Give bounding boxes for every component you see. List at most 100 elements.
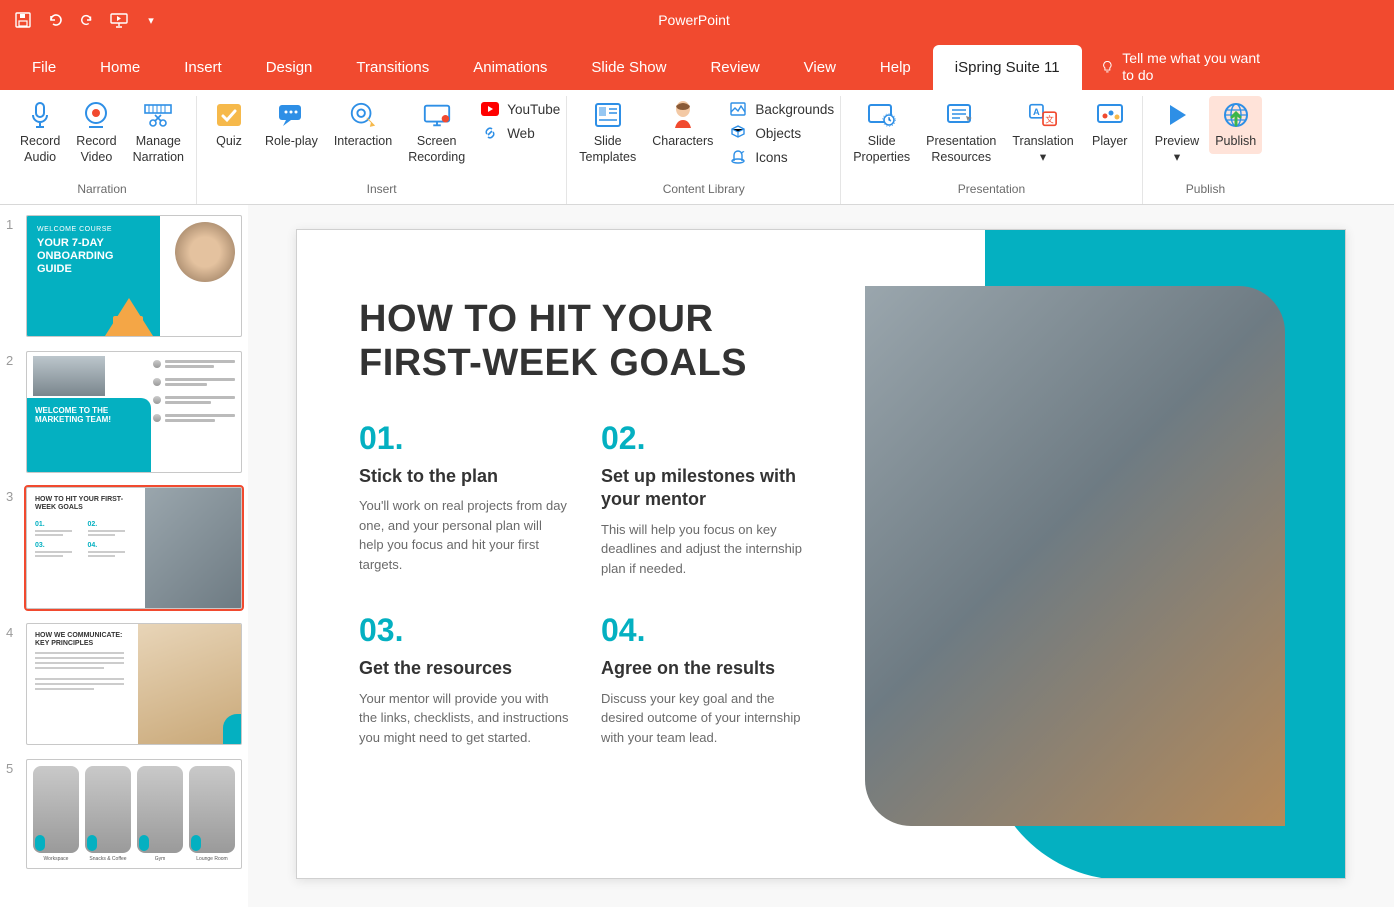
slide-title[interactable]: HOW TO HIT YOURFIRST-WEEK GOALS	[359, 298, 747, 385]
scissors-film-icon	[143, 100, 173, 130]
player-label: Player	[1092, 134, 1127, 150]
thumb1-title: YOUR 7-DAY ONBOARDING GUIDE	[37, 237, 150, 277]
preview-button[interactable]: Preview▾	[1149, 96, 1205, 169]
ribbon: Record Audio Record Video Manage Narrati…	[0, 90, 1394, 205]
web-label: Web	[507, 126, 535, 141]
tab-help[interactable]: Help	[858, 45, 933, 90]
backgrounds-icon	[729, 100, 747, 118]
presentation-resources-button[interactable]: Presentation Resources	[920, 96, 1002, 169]
chat-icon	[276, 100, 306, 130]
slide-photo	[865, 286, 1285, 826]
thumbnail-1[interactable]: WELCOME COURSE YOUR 7-DAY ONBOARDING GUID…	[26, 215, 242, 337]
save-icon[interactable]	[14, 11, 32, 29]
publish-icon	[1221, 100, 1251, 130]
thumb-number: 2	[6, 351, 20, 473]
slide-editor[interactable]: HOW TO HIT YOURFIRST-WEEK GOALS 01. Stic…	[248, 205, 1394, 907]
manage-narration-label: Manage Narration	[133, 134, 184, 165]
slide-templates-button[interactable]: Slide Templates	[573, 96, 642, 169]
thumb4-accent	[223, 714, 241, 744]
ribbon-tabs: File Home Insert Design Transitions Anim…	[0, 40, 1394, 90]
undo-icon[interactable]	[46, 11, 64, 29]
objects-icon	[729, 124, 747, 142]
goal-4[interactable]: 04. Agree on the results Discuss your ke…	[601, 612, 811, 747]
tab-review[interactable]: Review	[688, 45, 781, 90]
svg-text:文: 文	[1045, 115, 1054, 125]
goal-title: Agree on the results	[601, 657, 811, 680]
thumb-row-3: 3 HOW TO HIT YOUR FIRST-WEEK GOALS 01. 0…	[6, 487, 242, 609]
manage-narration-button[interactable]: Manage Narration	[127, 96, 190, 169]
record-audio-button[interactable]: Record Audio	[14, 96, 66, 169]
app-title: PowerPoint	[174, 12, 1214, 28]
tab-design[interactable]: Design	[244, 45, 335, 90]
webcam-icon	[81, 100, 111, 130]
screen-recording-icon	[422, 100, 452, 130]
thumb2-photo	[33, 356, 105, 396]
characters-button[interactable]: Characters	[646, 96, 719, 154]
goal-1[interactable]: 01. Stick to the plan You'll work on rea…	[359, 420, 569, 578]
thumb-row-2: 2 WELCOME TO THE MARKETING TEAM!	[6, 351, 242, 473]
tab-view[interactable]: View	[782, 45, 858, 90]
interaction-icon	[348, 100, 378, 130]
group-label-narration: Narration	[77, 180, 126, 200]
record-video-button[interactable]: Record Video	[70, 96, 122, 169]
tab-slideshow[interactable]: Slide Show	[569, 45, 688, 90]
slide-templates-label: Slide Templates	[579, 134, 636, 165]
web-link[interactable]: Web	[481, 124, 560, 142]
quiz-button[interactable]: Quiz	[203, 96, 255, 154]
role-play-button[interactable]: Role-play	[259, 96, 324, 154]
thumbnail-2[interactable]: WELCOME TO THE MARKETING TEAM!	[26, 351, 242, 473]
thumb3-title: HOW TO HIT YOUR FIRST-WEEK GOALS	[35, 496, 134, 513]
translation-icon: A文	[1028, 100, 1058, 130]
thumb2-people	[153, 360, 235, 424]
objects-link[interactable]: Objects	[729, 124, 834, 142]
goal-2[interactable]: 02. Set up milestones with your mentor T…	[601, 420, 811, 578]
tell-me-search[interactable]: Tell me what you want to do	[1082, 44, 1282, 90]
slide-goals-grid: 01. Stick to the plan You'll work on rea…	[359, 420, 811, 747]
tell-me-label: Tell me what you want to do	[1122, 50, 1263, 84]
backgrounds-link[interactable]: Backgrounds	[729, 100, 834, 118]
slide-properties-icon	[867, 100, 897, 130]
thumb2-title: WELCOME TO THE MARKETING TEAM!	[35, 406, 143, 425]
thumb1-avatar	[175, 222, 235, 282]
goal-body: This will help you focus on key deadline…	[601, 520, 811, 579]
thumbnail-4[interactable]: HOW WE COMMUNICATE: KEY PRINCIPLES	[26, 623, 242, 745]
qat-customize-icon[interactable]: ▾	[142, 11, 160, 29]
thumb1-overline: WELCOME COURSE	[37, 226, 150, 233]
icons-link[interactable]: Icons	[729, 148, 834, 166]
thumb4-title: HOW WE COMMUNICATE: KEY PRINCIPLES	[35, 632, 133, 649]
publish-button[interactable]: Publish	[1209, 96, 1262, 154]
resources-icon	[946, 100, 976, 130]
record-video-label: Record Video	[76, 134, 116, 165]
youtube-link[interactable]: YouTube	[481, 100, 560, 118]
youtube-label: YouTube	[507, 102, 560, 117]
thumbnail-5[interactable]: Workspace Snacks & Coffee Gym Lounge Roo…	[26, 759, 242, 869]
tab-ispring[interactable]: iSpring Suite 11	[933, 45, 1082, 90]
thumb-number: 5	[6, 759, 20, 869]
quick-access-toolbar: ▾	[0, 11, 174, 29]
tab-home[interactable]: Home	[78, 45, 162, 90]
interaction-label: Interaction	[334, 134, 392, 150]
translation-button[interactable]: A文 Translation▾	[1006, 96, 1079, 169]
tab-animations[interactable]: Animations	[451, 45, 569, 90]
tab-file[interactable]: File	[10, 45, 78, 90]
presentation-resources-label: Presentation Resources	[926, 134, 996, 165]
thumbnail-3[interactable]: HOW TO HIT YOUR FIRST-WEEK GOALS 01. 02.…	[26, 487, 242, 609]
goal-number: 03.	[359, 612, 569, 649]
quiz-icon	[214, 100, 244, 130]
slide-properties-button[interactable]: Slide Properties	[847, 96, 916, 169]
thumb-row-1: 1 WELCOME COURSEYOUR 7-DAY ONBOARDING GU…	[6, 215, 242, 337]
redo-icon[interactable]	[78, 11, 96, 29]
svg-text:A: A	[1033, 107, 1040, 117]
present-from-start-icon[interactable]	[110, 11, 128, 29]
tab-insert[interactable]: Insert	[162, 45, 244, 90]
objects-label: Objects	[755, 126, 801, 141]
slide-canvas[interactable]: HOW TO HIT YOURFIRST-WEEK GOALS 01. Stic…	[296, 229, 1346, 879]
thumbnail-panel[interactable]: 1 WELCOME COURSEYOUR 7-DAY ONBOARDING GU…	[0, 205, 248, 907]
slide-templates-icon	[593, 100, 623, 130]
goal-3[interactable]: 03. Get the resources Your mentor will p…	[359, 612, 569, 747]
screen-recording-button[interactable]: Screen Recording	[402, 96, 471, 169]
player-button[interactable]: Player	[1084, 96, 1136, 154]
thumb3-photo	[145, 488, 241, 608]
tab-transitions[interactable]: Transitions	[334, 45, 451, 90]
interaction-button[interactable]: Interaction	[328, 96, 398, 154]
